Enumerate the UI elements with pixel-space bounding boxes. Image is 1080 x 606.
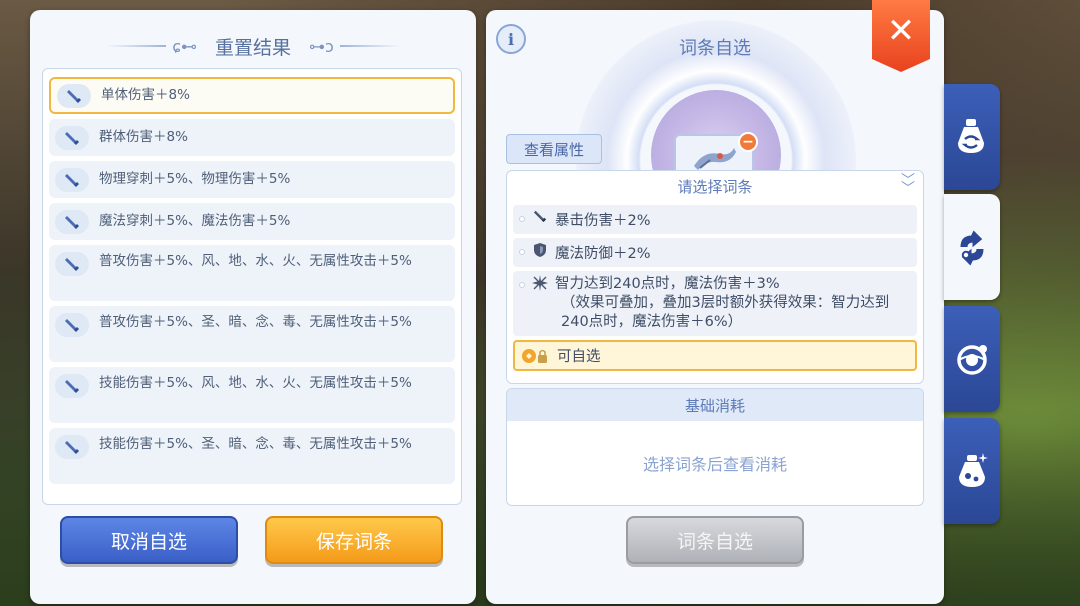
reset-result-title: 重置结果 (214, 36, 291, 59)
result-item[interactable]: 群体伤害＋8% (49, 119, 455, 156)
header-ornament-right-icon: ⊶ɔ (309, 36, 334, 56)
header-line-right (339, 45, 400, 47)
orb-icon (957, 345, 987, 375)
result-item[interactable]: 物理穿刺＋5%、物理伤害＋5% (49, 161, 455, 198)
reset-result-header: ɕ⊷ 重置结果 ⊶ɔ (30, 28, 476, 64)
selectable-affix-row[interactable]: 可自选 (513, 340, 917, 371)
potion-refresh-icon (958, 119, 984, 153)
result-item[interactable]: 技能伤害＋5%、风、地、水、火、无属性攻击＋5% (49, 367, 455, 423)
affix-text: 暴击伤害＋2% (555, 213, 651, 229)
side-tab-refresh[interactable] (944, 194, 1000, 300)
result-item[interactable]: 单体伤害＋8% (49, 77, 455, 114)
sword-icon (55, 313, 89, 337)
cancel-selection-button[interactable]: 取消自选 (60, 516, 238, 564)
base-cost-header: 基础消耗 (507, 389, 923, 421)
base-cost-hint: 选择词条后查看消耗 (642, 455, 787, 474)
base-cost-box: 基础消耗 选择词条后查看消耗 (506, 388, 924, 506)
result-text: 单体伤害＋8% (101, 87, 190, 103)
side-tab-orb[interactable] (944, 306, 1000, 412)
sword-icon (55, 209, 89, 234)
result-text: 群体伤害＋8% (99, 129, 188, 145)
double-chevron-down-icon[interactable]: ﹀ ﹀ (901, 174, 915, 196)
result-text: 技能伤害＋5%、圣、暗、念、毒、无属性攻击＋5% (99, 436, 412, 452)
affix-option[interactable]: 魔法防御＋2% (513, 238, 917, 267)
radio-dot (519, 282, 525, 288)
refresh-cycle-icon (960, 230, 984, 266)
sword-icon (55, 435, 89, 459)
view-attributes-button[interactable]: 查看属性 (506, 134, 602, 164)
affix-select-button[interactable]: 词条自选 (626, 516, 804, 564)
affix-select-panel: i 词条自选 查看属性 − 请选择词条 ﹀﹀ 暴击伤害＋2% 魔法防御＋2% (486, 10, 944, 604)
result-item[interactable]: 普攻伤害＋5%、风、地、水、火、无属性攻击＋5% (49, 245, 455, 301)
save-affix-button[interactable]: 保存词条 (265, 516, 443, 564)
result-text: 技能伤害＋5%、风、地、水、火、无属性攻击＋5% (99, 375, 412, 391)
header-line-left (106, 45, 167, 47)
affix-note: （效果可叠加，叠加3层时额外获得效果：智力达到240点时，魔法伤害＋6%） (561, 295, 890, 330)
reset-result-panel: ɕ⊷ 重置结果 ⊶ɔ 单体伤害＋8% 群体伤害＋8% 物理穿刺＋5%、物理伤害＋… (30, 10, 476, 604)
result-list[interactable]: 单体伤害＋8% 群体伤害＋8% 物理穿刺＋5%、物理伤害＋5% 魔法穿刺＋5%、… (42, 68, 462, 505)
affix-list-title: 请选择词条 (677, 177, 753, 196)
selectable-label: 可自选 (557, 349, 601, 365)
shield-icon (531, 242, 549, 258)
affix-text: 魔法防御＋2% (555, 246, 651, 262)
sword-icon (57, 83, 91, 108)
sword-icon (55, 125, 89, 150)
affix-option[interactable]: 暴击伤害＋2% (513, 205, 917, 234)
sword-icon (55, 374, 89, 398)
flask-sparkle-icon (959, 453, 988, 487)
close-button[interactable]: ✕ (872, 0, 930, 72)
remove-item-icon[interactable]: − (738, 132, 758, 152)
result-text: 魔法穿刺＋5%、魔法伤害＋5% (99, 213, 291, 229)
lock-icon (521, 347, 549, 365)
affix-option[interactable]: 智力达到240点时，魔法伤害＋3% （效果可叠加，叠加3层时额外获得效果：智力达… (513, 271, 917, 336)
result-text: 普攻伤害＋5%、圣、暗、念、毒、无属性攻击＋5% (99, 314, 412, 330)
affix-text: 智力达到240点时，魔法伤害＋3% (555, 276, 780, 292)
sword-icon (55, 252, 89, 276)
result-item[interactable]: 技能伤害＋5%、圣、暗、念、毒、无属性攻击＋5% (49, 428, 455, 484)
result-item[interactable]: 魔法穿刺＋5%、魔法伤害＋5% (49, 203, 455, 240)
sparkle-icon (531, 275, 549, 291)
side-tab-potion[interactable] (944, 84, 1000, 190)
side-tab-flask[interactable] (944, 418, 1000, 524)
affix-list: 请选择词条 ﹀ ﹀ 暴击伤害＋2% 魔法防御＋2% 智力达到240点时，魔法伤害＋… (506, 170, 924, 384)
result-item[interactable]: 普攻伤害＋5%、圣、暗、念、毒、无属性攻击＋5% (49, 306, 455, 362)
header-ornament-left-icon: ɕ⊷ (172, 36, 197, 56)
radio-dot (519, 216, 525, 222)
radio-dot (519, 249, 525, 255)
result-text: 物理穿刺＋5%、物理伤害＋5% (99, 171, 291, 187)
sword-icon (55, 167, 89, 192)
result-text: 普攻伤害＋5%、风、地、水、火、无属性攻击＋5% (99, 253, 412, 269)
affix-list-header: 请选择词条 ﹀ ﹀ (507, 171, 923, 201)
affix-text-block: 智力达到240点时，魔法伤害＋3% （效果可叠加，叠加3层时额外获得效果：智力达… (555, 275, 911, 332)
sword-icon (531, 209, 549, 223)
